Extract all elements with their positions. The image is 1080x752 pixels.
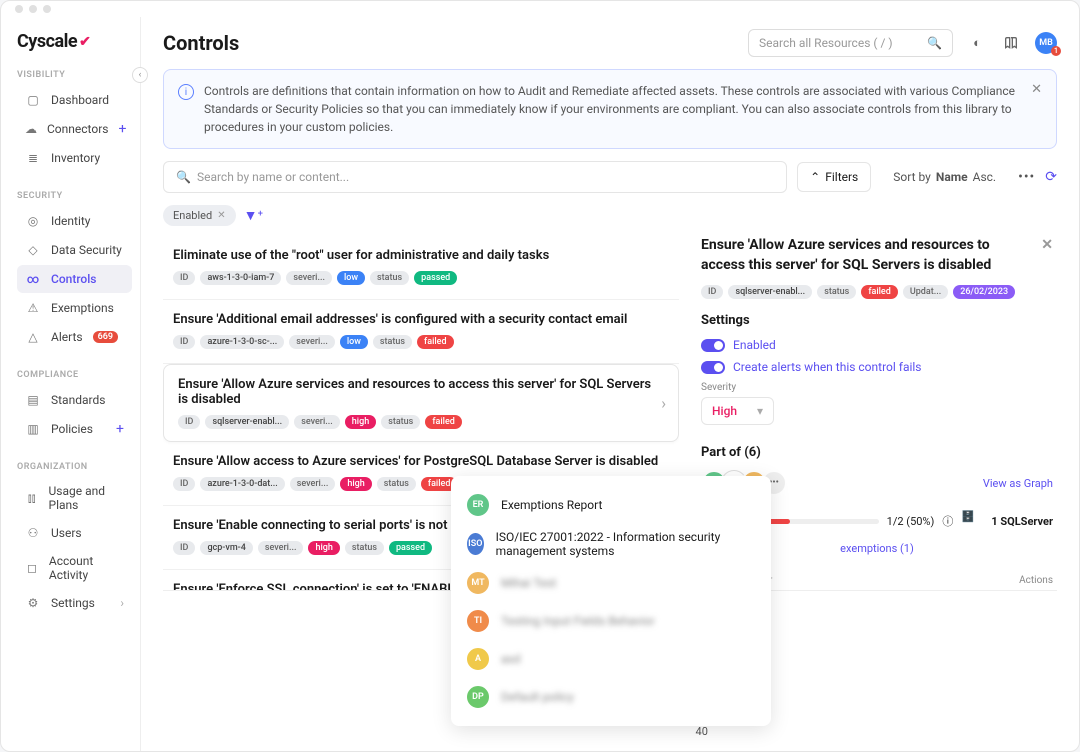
sqlserver-icon: 🗄️: [961, 510, 983, 532]
nav-exemptions[interactable]: ⚠Exemptions: [17, 294, 132, 322]
enabled-toggle[interactable]: [701, 339, 725, 352]
section-security-label: SECURITY: [17, 191, 132, 201]
nav-users[interactable]: ⚇Users: [17, 519, 132, 547]
nav-account-activity[interactable]: ◻Account Activity: [17, 548, 132, 588]
add-filter-icon[interactable]: ▼⁺: [244, 207, 264, 224]
info-banner: i Controls are definitions that contain …: [163, 69, 1057, 149]
nav-usage[interactable]: ⫾⫾Usage and Plans: [17, 478, 132, 518]
topbar: Controls Search all Resources ( / )🔍 ◐ M…: [141, 17, 1079, 69]
info-icon[interactable]: ⓘ: [942, 513, 953, 529]
identity-icon: ◎: [25, 213, 41, 229]
popover-item[interactable]: MTMihai Test: [461, 564, 761, 602]
add-policy-icon[interactable]: +: [116, 421, 124, 437]
nav-controls[interactable]: ∞Controls: [17, 265, 132, 293]
more-icon[interactable]: •••: [1018, 169, 1035, 185]
popover-item[interactable]: ISOISO/IEC 27001:2022 - Information secu…: [461, 524, 761, 564]
alerts-icon: △: [25, 329, 41, 345]
exemptions-icon: ⚠: [25, 300, 41, 316]
collapse-sidebar-icon[interactable]: ‹: [132, 67, 148, 83]
docs-icon[interactable]: [1001, 33, 1021, 53]
alerts-badge: 669: [93, 331, 118, 343]
popover-item[interactable]: Aasd: [461, 640, 761, 678]
user-avatar[interactable]: MB: [1035, 32, 1057, 54]
control-card[interactable]: Ensure 'Additional email addresses' is c…: [163, 300, 679, 364]
global-search-input[interactable]: Search all Resources ( / )🔍: [748, 29, 953, 57]
section-visibility-label: VISIBILITY: [17, 70, 132, 80]
severity-select[interactable]: High▾: [701, 397, 774, 425]
filter-chip-enabled[interactable]: Enabled✕: [163, 205, 236, 226]
popover-item[interactable]: ERExemptions Report: [461, 486, 761, 524]
section-compliance-label: COMPLIANCE: [17, 370, 132, 380]
close-banner-icon[interactable]: ✕: [1031, 82, 1042, 97]
nav-connectors[interactable]: ☁Connectors+: [17, 115, 132, 143]
standards-icon: ▤: [25, 392, 41, 408]
nav-settings[interactable]: ⚙Settings›: [17, 589, 132, 617]
popover-item[interactable]: DPDefault policy: [461, 678, 761, 716]
theme-toggle-icon[interactable]: ◐: [967, 33, 987, 53]
popover-item[interactable]: TITesting Input Fields Behavior: [461, 602, 761, 640]
nav-identity[interactable]: ◎Identity: [17, 207, 132, 235]
view-graph-link[interactable]: View as Graph: [983, 477, 1053, 490]
nav-dashboard[interactable]: ▢Dashboard: [17, 86, 132, 114]
connectors-icon: ☁: [25, 121, 37, 137]
info-icon: i: [178, 84, 194, 100]
nav-alerts[interactable]: △Alerts669: [17, 323, 132, 351]
usage-icon: ⫾⫾: [25, 490, 39, 506]
partof-popover: ERExemptions ReportISOISO/IEC 27001:2022…: [451, 476, 771, 726]
page-title: Controls: [163, 31, 239, 55]
sort-button[interactable]: Sort by Name Asc.: [881, 163, 1008, 191]
chevron-down-icon: ▾: [757, 404, 763, 418]
section-organization-label: ORGANIZATION: [17, 462, 132, 472]
nav-policies[interactable]: ▥Policies+: [17, 415, 132, 443]
sidebar: Cyscale✔ ‹ VISIBILITY ▢Dashboard ☁Connec…: [1, 17, 141, 751]
close-detail-icon[interactable]: ✕: [1041, 236, 1053, 275]
inventory-icon: ≣: [25, 150, 41, 166]
search-icon: 🔍: [927, 36, 942, 50]
settings-icon: ⚙: [25, 595, 41, 611]
controls-icon: ∞: [25, 271, 41, 287]
activity-icon: ◻: [25, 560, 39, 576]
remove-chip-icon[interactable]: ✕: [217, 210, 225, 221]
caret-up-icon: ⌃: [810, 170, 820, 184]
dashboard-icon: ▢: [25, 92, 41, 108]
chevron-right-icon: ›: [120, 596, 124, 610]
nav-data-security[interactable]: ◇Data Security: [17, 236, 132, 264]
controls-search-input[interactable]: 🔍Search by name or content...: [163, 161, 787, 193]
policies-icon: ▥: [25, 421, 41, 437]
nav-inventory[interactable]: ≣Inventory: [17, 144, 132, 172]
refresh-icon[interactable]: ⟳: [1045, 169, 1057, 185]
nav-standards[interactable]: ▤Standards: [17, 386, 132, 414]
search-icon: 🔍: [176, 170, 191, 184]
logo: Cyscale✔: [17, 31, 132, 52]
filters-button[interactable]: ⌃Filters: [797, 162, 871, 192]
data-security-icon: ◇: [25, 242, 41, 258]
alerts-toggle[interactable]: [701, 361, 725, 374]
users-icon: ⚇: [25, 525, 41, 541]
add-connector-icon[interactable]: +: [118, 121, 126, 137]
control-card[interactable]: Ensure 'Allow Azure services and resourc…: [163, 364, 679, 442]
control-card[interactable]: Eliminate use of the "root" user for adm…: [163, 236, 679, 300]
